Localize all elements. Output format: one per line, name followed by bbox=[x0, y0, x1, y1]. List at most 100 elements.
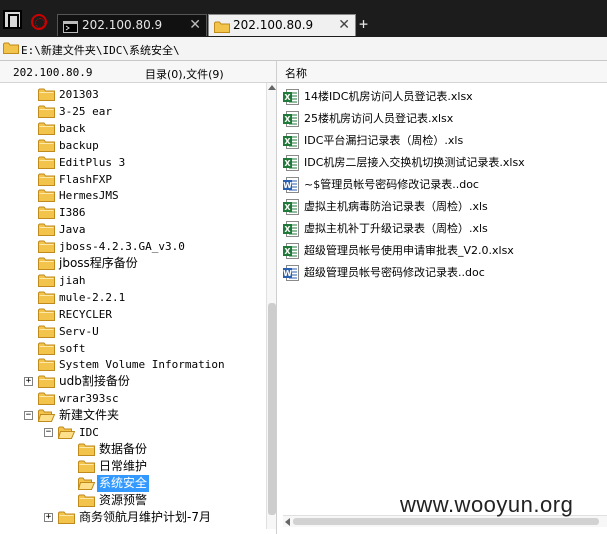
file-row[interactable]: W ~$管理员帐号密码修改记录表..doc bbox=[283, 175, 607, 197]
file-name: IDC机房二层接入交换机切换测试记录表.xlsx bbox=[304, 156, 525, 169]
tree-item-label: EditPlus 3 bbox=[59, 155, 126, 169]
pane-divider[interactable] bbox=[276, 61, 277, 534]
folder-open-icon bbox=[37, 409, 56, 427]
scroll-up-icon[interactable] bbox=[268, 85, 276, 90]
scroll-thumb[interactable] bbox=[293, 518, 599, 525]
tree-item-label: soft bbox=[59, 341, 86, 355]
tree-item-label: 资源预警 bbox=[99, 492, 148, 507]
tab-label: 202.100.80.9 bbox=[233, 18, 314, 32]
disconnect-icon[interactable] bbox=[31, 14, 47, 30]
tree-item-label: 201303 bbox=[59, 88, 99, 101]
tree-item-label: Java bbox=[59, 223, 86, 237]
file-row[interactable]: X 14楼IDC机房访问人员登记表.xlsx bbox=[283, 87, 607, 109]
tab-file-browser[interactable]: 202.100.80.9 ✕ bbox=[208, 14, 356, 36]
tab-close-icon[interactable]: ✕ bbox=[338, 15, 350, 35]
path-bar[interactable]: E:\新建文件夹\IDC\系统安全\ bbox=[0, 37, 607, 61]
new-tab-button[interactable]: + bbox=[359, 14, 368, 34]
tree-item-label: jboss程序备份 bbox=[59, 256, 138, 270]
item-counts: 目录(0),文件(9) bbox=[145, 68, 224, 81]
excel-spreadsheet-icon: X bbox=[283, 89, 299, 111]
file-name: 虚拟主机病毒防治记录表（周检）.xls bbox=[304, 200, 488, 213]
tab-label: 202.100.80.9 bbox=[82, 18, 163, 32]
file-row[interactable]: X IDC机房二层接入交换机切换测试记录表.xlsx bbox=[283, 153, 607, 175]
folder-icon bbox=[38, 274, 55, 292]
file-list: X 14楼IDC机房访问人员登记表.xlsx X 25楼机房访问人员登记表.xlsx X… bbox=[283, 87, 607, 285]
file-row[interactable]: X 超级管理员帐号使用申请审批表_V2.0.xlsx bbox=[283, 241, 607, 263]
tab-terminal[interactable]: 202.100.80.9 ✕ bbox=[57, 14, 207, 36]
expand-icon[interactable]: + bbox=[44, 512, 53, 522]
svg-text:W: W bbox=[283, 181, 292, 190]
tree-item-label: wrar393sc bbox=[59, 392, 119, 406]
file-row[interactable]: X 虚拟主机补丁升级记录表（周检）.xls bbox=[283, 219, 607, 241]
column-header-name[interactable]: 名称 bbox=[285, 65, 307, 81]
folder-icon bbox=[38, 139, 55, 157]
folder-open-icon bbox=[57, 426, 76, 444]
current-path[interactable]: E:\新建文件夹\IDC\系统安全\ bbox=[21, 42, 180, 58]
folder-icon bbox=[38, 392, 55, 410]
file-name: 25楼机房访问人员登记表.xlsx bbox=[304, 112, 454, 125]
folder-icon bbox=[38, 88, 55, 106]
scroll-thumb[interactable] bbox=[268, 303, 276, 515]
folder-icon bbox=[78, 460, 95, 478]
expand-icon[interactable]: + bbox=[24, 377, 33, 387]
tab-close-icon[interactable]: ✕ bbox=[189, 15, 201, 35]
file-name: 14楼IDC机房访问人员登记表.xlsx bbox=[304, 90, 473, 103]
excel-spreadsheet-icon: X bbox=[283, 155, 299, 177]
file-name: ~$管理员帐号密码修改记录表..doc bbox=[304, 178, 479, 191]
file-name: 虚拟主机补丁升级记录表（周检）.xls bbox=[304, 222, 488, 235]
word-document-icon: W bbox=[283, 265, 299, 287]
svg-text:X: X bbox=[284, 203, 291, 212]
tree-item-label: 日常维护 bbox=[99, 458, 148, 473]
folder-icon bbox=[38, 325, 55, 343]
file-row[interactable]: X IDC平台漏扫记录表（周检）.xls bbox=[283, 131, 607, 153]
folder-icon bbox=[38, 291, 55, 309]
tab-bar: 202.100.80.9 ✕ 202.100.80.9 ✕ + bbox=[0, 0, 607, 37]
file-name: IDC平台漏扫记录表（周检）.xls bbox=[304, 134, 464, 147]
folder-icon bbox=[38, 358, 55, 376]
tree-item-label: IDC bbox=[79, 426, 99, 439]
tree-item-label: 数据备份 bbox=[99, 441, 148, 456]
folder-icon bbox=[38, 156, 55, 174]
file-name: 超级管理员帐号使用申请审批表_V2.0.xlsx bbox=[304, 244, 514, 257]
svg-text:X: X bbox=[284, 115, 291, 124]
folder-icon bbox=[38, 122, 55, 140]
svg-text:X: X bbox=[284, 93, 291, 102]
file-name: 超级管理员帐号密码修改记录表..doc bbox=[304, 266, 485, 279]
collapse-icon[interactable]: − bbox=[44, 428, 53, 437]
tree-item-label: HermesJMS bbox=[59, 189, 119, 203]
svg-text:X: X bbox=[284, 247, 291, 256]
folder-open-icon bbox=[77, 477, 96, 495]
tree-scrollbar[interactable] bbox=[266, 83, 276, 529]
tree-item-label: I386 bbox=[59, 206, 86, 220]
folder-icon bbox=[38, 206, 55, 224]
tree-item-label: FlashFXP bbox=[59, 172, 112, 186]
collapse-icon[interactable]: − bbox=[24, 411, 33, 421]
host-address: 202.100.80.9 bbox=[13, 66, 93, 79]
folder-icon bbox=[214, 19, 230, 39]
tree-item-label: backup bbox=[59, 138, 99, 152]
excel-spreadsheet-icon: X bbox=[283, 199, 299, 221]
tree-item-label: jiah bbox=[59, 273, 86, 287]
folder-icon bbox=[38, 342, 55, 360]
folder-icon bbox=[3, 42, 19, 57]
tree-item-label: udb割接备份 bbox=[59, 374, 130, 389]
tree-header: 202.100.80.9 目录(0),文件(9) bbox=[0, 61, 276, 83]
folder-icon bbox=[38, 240, 55, 258]
file-row[interactable]: X 25楼机房访问人员登记表.xlsx bbox=[283, 109, 607, 131]
folder-icon bbox=[38, 173, 55, 191]
svg-text:W: W bbox=[283, 269, 292, 278]
svg-text:X: X bbox=[284, 225, 291, 234]
watermark: www.wooyun.org bbox=[400, 492, 574, 517]
tree-item-label: back bbox=[59, 121, 86, 135]
file-row[interactable]: X 虚拟主机病毒防治记录表（周检）.xls bbox=[283, 197, 607, 219]
window-toggle-button[interactable] bbox=[3, 10, 22, 29]
excel-spreadsheet-icon: X bbox=[283, 133, 299, 155]
scroll-left-icon[interactable] bbox=[285, 518, 290, 526]
file-row[interactable]: W 超级管理员帐号密码修改记录表..doc bbox=[283, 263, 607, 285]
folder-icon bbox=[38, 105, 55, 123]
tree-item-label: RECYCLER bbox=[59, 307, 112, 321]
tree-item-label: jboss-4.2.3.GA_v3.0 bbox=[59, 240, 185, 254]
svg-text:X: X bbox=[284, 137, 291, 146]
folder-icon bbox=[38, 257, 55, 275]
folder-icon bbox=[38, 308, 55, 326]
